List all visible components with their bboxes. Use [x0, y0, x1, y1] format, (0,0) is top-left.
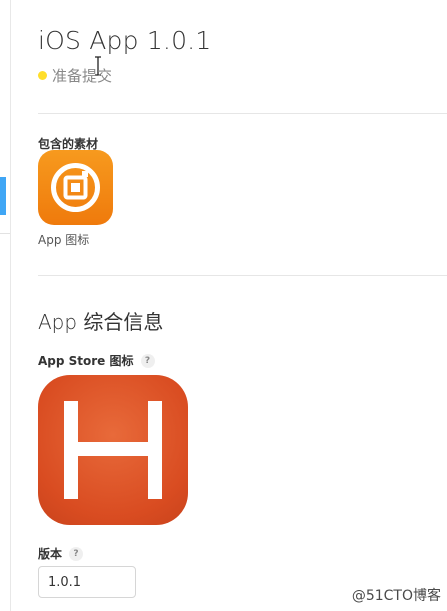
section-divider	[38, 275, 447, 276]
left-sidebar-rail	[0, 0, 11, 611]
page-title: iOS App 1.0.1	[38, 26, 212, 55]
app-version-page: iOS App 1.0.1 准备提交 包含的素材 App 图标 App 综合信息…	[0, 0, 447, 611]
help-icon[interactable]: ?	[140, 353, 155, 368]
app-store-icon-label: App Store 图标	[38, 354, 134, 368]
app-store-icon-image[interactable]	[38, 375, 188, 525]
general-info-title: App 综合信息	[38, 310, 164, 334]
version-label-row: 版本 ?	[38, 545, 84, 562]
sidebar-active-indicator[interactable]	[0, 177, 6, 215]
status-dot-icon	[38, 70, 47, 80]
help-icon[interactable]: ?	[69, 546, 84, 561]
sidebar-divider	[0, 233, 10, 234]
watermark-text: @51CTO博客	[351, 588, 441, 604]
version-label: 版本	[38, 547, 63, 561]
status-row: 准备提交	[38, 65, 112, 85]
section-divider	[38, 113, 447, 114]
app-icon-caption: App 图标	[38, 233, 90, 247]
app-store-icon-label-row: App Store 图标 ?	[38, 352, 155, 369]
app-icon-orange-square-logo	[51, 163, 100, 212]
app-icon-image[interactable]	[38, 150, 113, 225]
status-text: 准备提交	[52, 66, 113, 85]
app-store-icon-h-logo	[64, 401, 162, 499]
version-input[interactable]	[38, 566, 136, 598]
